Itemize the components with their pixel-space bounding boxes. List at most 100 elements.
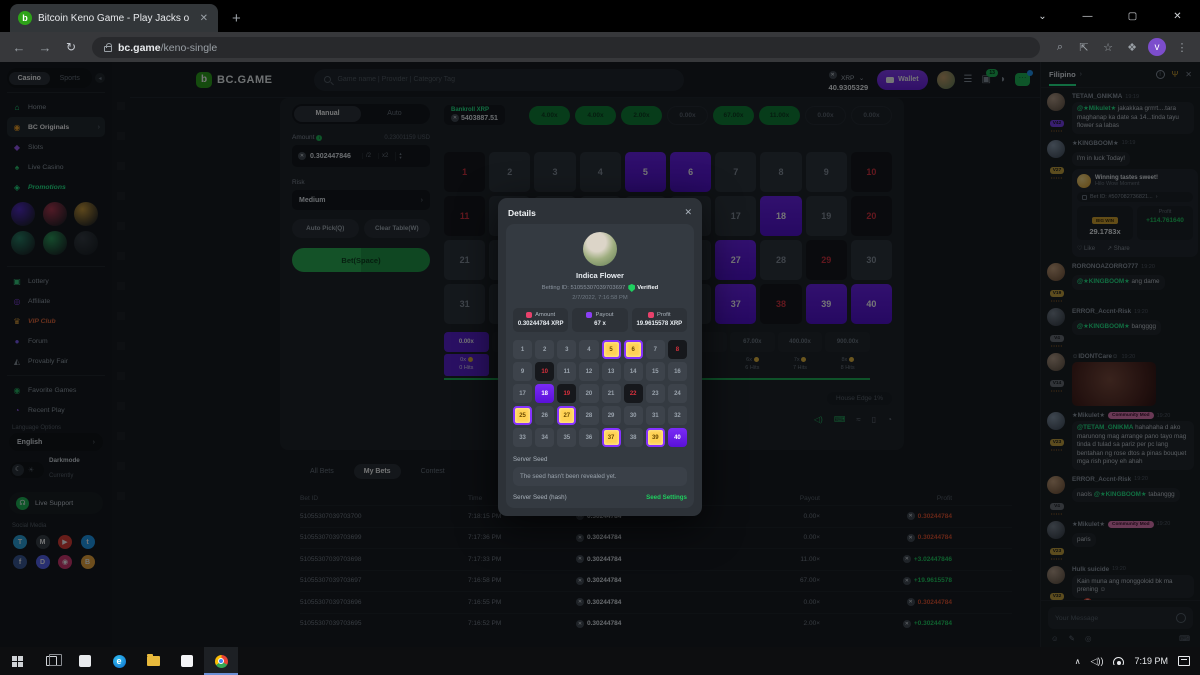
result-tile-23[interactable]: 23 bbox=[646, 384, 665, 403]
amount-stepper[interactable]: ▴▾ bbox=[395, 152, 401, 161]
result-tile-34[interactable]: 34 bbox=[535, 428, 554, 447]
chat-avatar[interactable] bbox=[1047, 93, 1065, 111]
chat-username[interactable]: ERROR_Accnt-Risk bbox=[1072, 476, 1131, 483]
tray-expand-icon[interactable]: ∧ bbox=[1075, 657, 1081, 666]
sidebar-collapse-icon[interactable]: ◂ bbox=[95, 73, 105, 83]
taskbar-app-edge[interactable]: e bbox=[102, 647, 136, 675]
amount-input[interactable] bbox=[310, 153, 358, 160]
sidebar-item-bc-originals[interactable]: ◉BC Originals› bbox=[7, 117, 105, 137]
bet-tab-my-bets[interactable]: My Bets bbox=[354, 464, 401, 479]
bet-tab-contest[interactable]: Contest bbox=[411, 464, 455, 479]
keno-tile-5[interactable]: 5 bbox=[625, 152, 666, 192]
result-tile-7[interactable]: 7 bbox=[646, 340, 665, 359]
keno-tile-7[interactable]: 7 bbox=[715, 152, 756, 192]
chat-avatar[interactable] bbox=[1047, 476, 1065, 494]
result-tile-3[interactable]: 3 bbox=[557, 340, 576, 359]
keyboard-icon[interactable]: ⌨ bbox=[1179, 634, 1190, 643]
recent-result-pill[interactable]: 67.00x bbox=[713, 106, 754, 125]
keno-tile-29[interactable]: 29 bbox=[806, 240, 847, 280]
cash-promo-icon[interactable] bbox=[43, 231, 67, 255]
result-tile-21[interactable]: 21 bbox=[602, 384, 621, 403]
twitter-icon[interactable]: t bbox=[81, 535, 95, 549]
taskbar-app-explorer[interactable] bbox=[136, 647, 170, 675]
sidebar-item-live-casino[interactable]: ♠Live Casino bbox=[7, 157, 105, 177]
wallet-button[interactable]: Wallet bbox=[877, 70, 927, 90]
result-tile-35[interactable]: 35 bbox=[557, 428, 576, 447]
result-tile-13[interactable]: 13 bbox=[602, 362, 621, 381]
result-tile-8[interactable]: 8 bbox=[668, 340, 687, 359]
close-button[interactable]: ✕ bbox=[1155, 0, 1200, 32]
browser-profile-avatar[interactable]: v bbox=[1148, 38, 1166, 56]
chat-username[interactable]: ★KINGBOOM★ bbox=[1072, 140, 1119, 147]
wifi-icon[interactable] bbox=[1113, 657, 1124, 665]
sidebar-tab-sports[interactable]: Sports bbox=[50, 72, 91, 85]
sidebar-item-forum[interactable]: ●Forum bbox=[7, 331, 105, 351]
chat-mention[interactable]: @★KINGBOOM★ bbox=[1077, 323, 1130, 330]
seed-settings-link[interactable]: Seed Settings bbox=[646, 494, 687, 501]
medium-icon[interactable]: M bbox=[36, 535, 50, 549]
game-search[interactable] bbox=[314, 69, 684, 91]
keno-tile-21[interactable]: 21 bbox=[444, 240, 485, 280]
extension-puzzle-icon[interactable]: ❖ bbox=[1122, 41, 1142, 54]
win-card-bet-id[interactable]: Bet ID: #507082736821...› bbox=[1077, 192, 1193, 202]
language-select[interactable]: English › bbox=[9, 433, 103, 451]
big-win-card[interactable]: Winning tastes sweet!Hilo Wow MomentBet … bbox=[1072, 169, 1198, 257]
clear-table-button[interactable]: Clear Table(W) bbox=[364, 219, 431, 238]
chat-channel-tab[interactable]: Filipino bbox=[1049, 64, 1076, 86]
recent-result-pill[interactable]: 2.00x bbox=[621, 106, 662, 125]
keno-tile-11[interactable]: 11 bbox=[444, 196, 485, 236]
bell-icon[interactable]: ◗ bbox=[1000, 74, 1006, 85]
balance-display[interactable]: ✕ XRP ⌄ 40.9305329 bbox=[829, 67, 869, 93]
window-menu-icon[interactable]: ⌄ bbox=[1020, 0, 1065, 32]
chat-avatar[interactable] bbox=[1047, 263, 1065, 281]
result-tile-4[interactable]: 4 bbox=[579, 340, 598, 359]
zoom-icon[interactable]: ⌕ bbox=[1050, 41, 1070, 54]
taskbar-app-chrome[interactable] bbox=[204, 647, 238, 675]
mode-tab-auto[interactable]: Auto bbox=[361, 106, 428, 122]
result-tile-25[interactable]: 25 bbox=[513, 406, 532, 425]
result-tile-17[interactable]: 17 bbox=[513, 384, 532, 403]
spin-promo-icon[interactable] bbox=[11, 202, 35, 226]
result-tile-16[interactable]: 16 bbox=[668, 362, 687, 381]
result-tile-33[interactable]: 33 bbox=[513, 428, 532, 447]
result-tile-14[interactable]: 14 bbox=[624, 362, 643, 381]
start-button[interactable] bbox=[0, 647, 34, 675]
keno-tile-10[interactable]: 10 bbox=[851, 152, 892, 192]
chat-username[interactable]: TETAM_GNIKMA bbox=[1072, 93, 1122, 100]
address-bar[interactable]: bc.game/keno-single bbox=[92, 37, 1040, 58]
keno-tile-28[interactable]: 28 bbox=[760, 240, 801, 280]
live-stats-icon[interactable]: ≈ bbox=[856, 415, 860, 424]
keno-tile-9[interactable]: 9 bbox=[806, 152, 847, 192]
gif-icon[interactable]: ◎ bbox=[1085, 634, 1092, 643]
tab-close-icon[interactable]: ✕ bbox=[198, 13, 210, 24]
gift-icon[interactable]: ▣13 bbox=[982, 74, 991, 85]
sidebar-item-promotions[interactable]: ◈Promotions bbox=[7, 177, 105, 197]
result-tile-1[interactable]: 1 bbox=[513, 340, 532, 359]
minimize-button[interactable]: — bbox=[1065, 0, 1110, 32]
browser-tab[interactable]: b Bitcoin Keno Game - Play Jacks o ✕ bbox=[10, 4, 218, 32]
chat-username[interactable]: RORONOAZORRO777 bbox=[1072, 263, 1138, 270]
result-tile-38[interactable]: 38 bbox=[624, 428, 643, 447]
taskbar-app-store[interactable] bbox=[68, 647, 102, 675]
bet-row[interactable]: 510553070397036967:16:55 PM✕0.302447840.… bbox=[300, 591, 1012, 613]
taskbar-clock[interactable]: 7:19 PM bbox=[1134, 656, 1168, 666]
modal-close-icon[interactable]: ✕ bbox=[684, 207, 692, 218]
game-history-icon[interactable]: ◔ bbox=[887, 415, 892, 424]
bet-row[interactable]: 510553070397036987:17:33 PM✕0.3024478411… bbox=[300, 548, 1012, 570]
chat-username[interactable]: ERROR_Accnt-Risk bbox=[1072, 308, 1131, 315]
bet-button[interactable]: Bet(Space) bbox=[292, 248, 430, 272]
chat-username[interactable]: ★Mikulet★ bbox=[1072, 412, 1105, 419]
vault-promo-icon[interactable] bbox=[11, 231, 35, 255]
new-tab-button[interactable]: + bbox=[232, 10, 241, 32]
keno-tile-20[interactable]: 20 bbox=[851, 196, 892, 236]
sidebar-item-vip-club[interactable]: ♛VIP Club bbox=[7, 311, 105, 331]
browser-menu-icon[interactable]: ⋮ bbox=[1172, 41, 1192, 54]
keno-tile-37[interactable]: 37 bbox=[715, 284, 756, 324]
chat-close-icon[interactable]: ✕ bbox=[1185, 70, 1192, 79]
share-button[interactable]: ↗ Share bbox=[1107, 245, 1130, 252]
result-tile-20[interactable]: 20 bbox=[579, 384, 598, 403]
keno-tile-39[interactable]: 39 bbox=[806, 284, 847, 324]
recent-result-pill[interactable]: 0.00x bbox=[851, 106, 892, 125]
chat-avatar[interactable] bbox=[1047, 521, 1065, 539]
sidebar-item-lottery[interactable]: ▣Lottery bbox=[7, 271, 105, 291]
